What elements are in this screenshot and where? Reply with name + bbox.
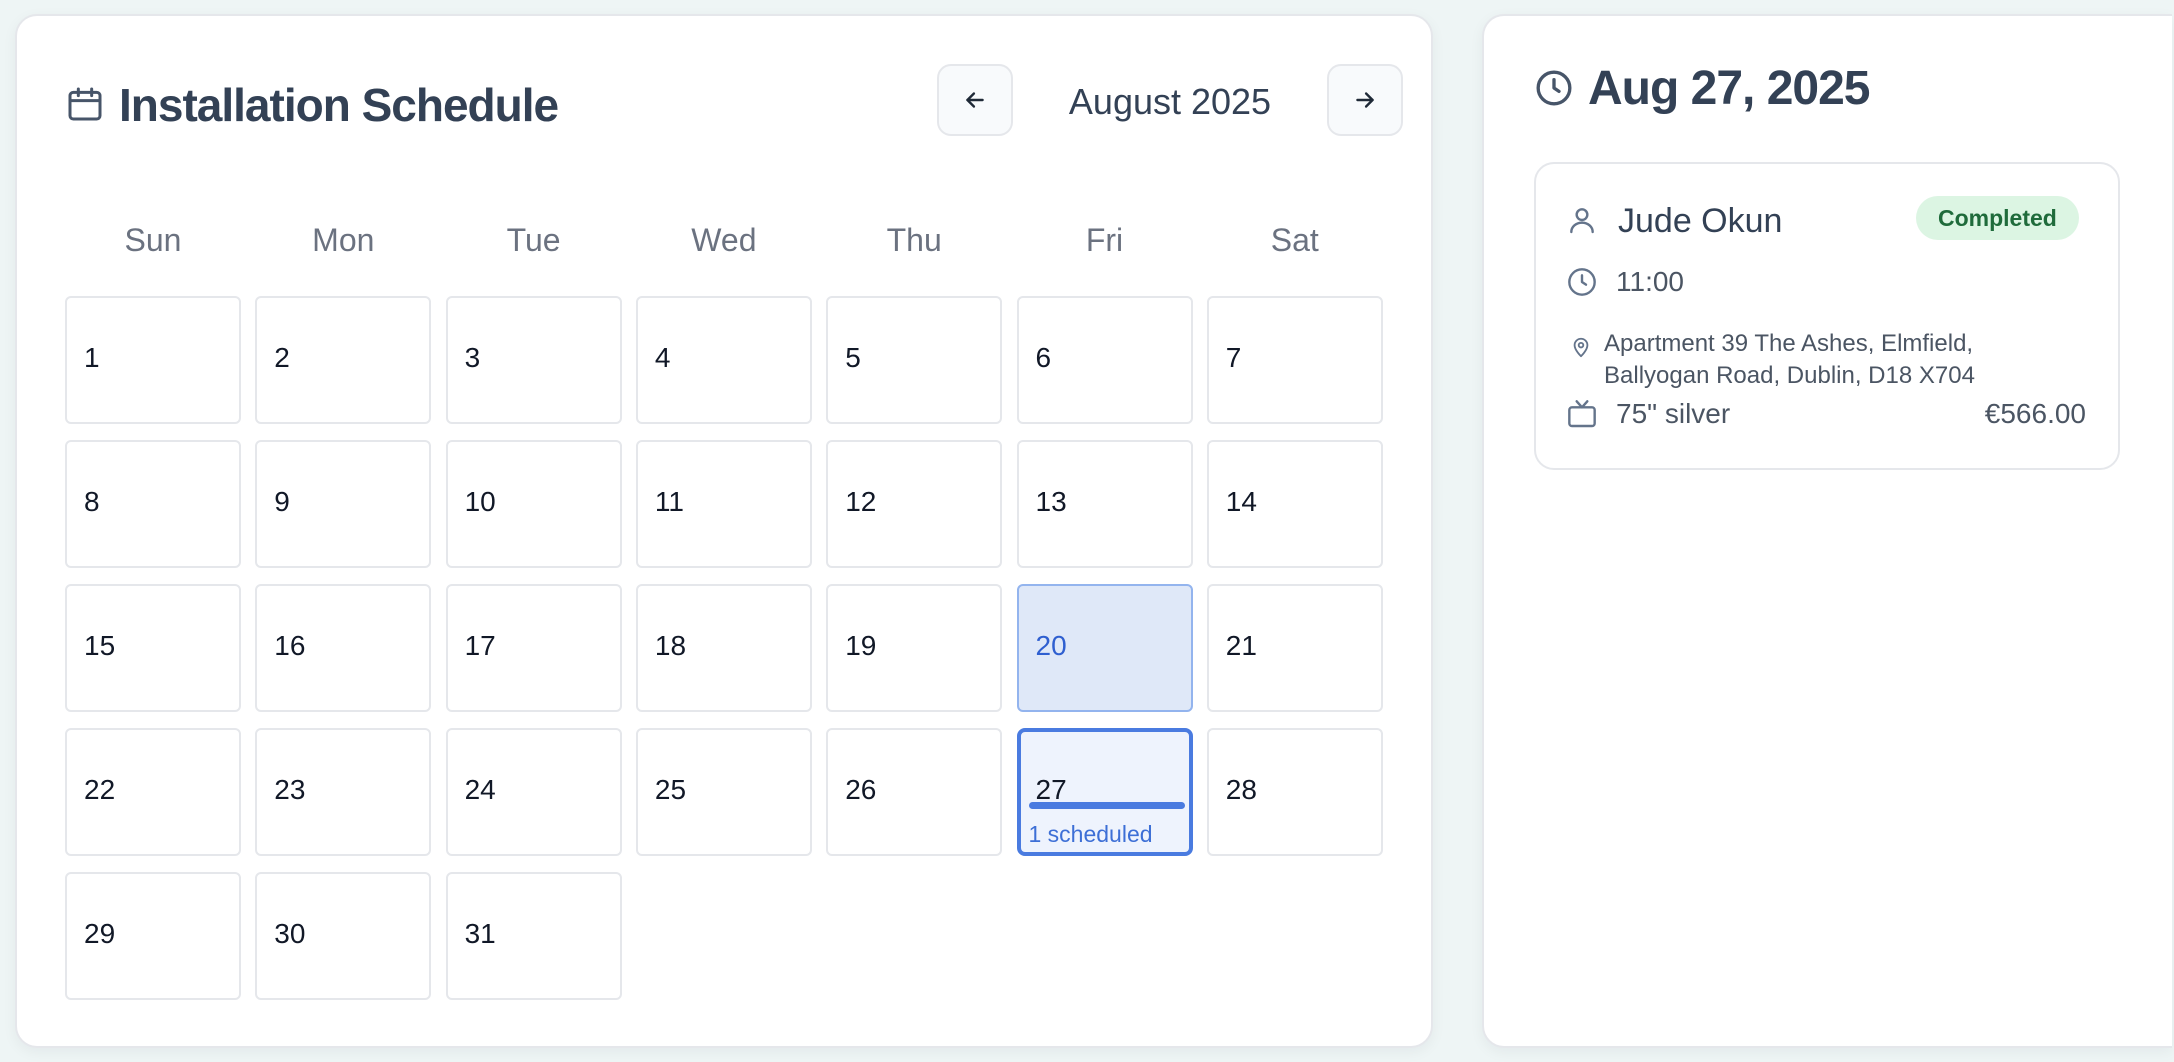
day-detail-panel: Aug 27, 2025 Jude Okun Completed 11:00 A… xyxy=(1482,14,2172,1048)
tv-icon xyxy=(1566,398,1598,430)
day-number: 6 xyxy=(1035,342,1052,373)
arrow-left-icon xyxy=(966,92,984,108)
calendar-day[interactable]: 21 xyxy=(1206,584,1383,712)
day-number: 15 xyxy=(84,630,116,661)
calendar-day[interactable]: 19 xyxy=(826,584,1003,712)
day-number: 12 xyxy=(845,486,877,517)
day-number: 26 xyxy=(845,774,877,805)
calendar-day[interactable]: 29 xyxy=(65,872,241,1000)
day-number: 18 xyxy=(654,630,687,661)
page-title: Installation Schedule xyxy=(119,79,559,131)
next-month-button[interactable] xyxy=(1327,64,1403,136)
calendar-day[interactable]: 1 xyxy=(65,296,241,424)
day-number: 29 xyxy=(84,918,116,949)
calendar-day[interactable]: 16 xyxy=(255,584,432,712)
calendar-day[interactable]: 24 xyxy=(445,728,622,856)
calendar-day[interactable]: 3 xyxy=(445,296,622,424)
day-number: 19 xyxy=(845,630,877,661)
day-number: 9 xyxy=(274,486,290,517)
day-number: 31 xyxy=(464,918,496,949)
day-number: 30 xyxy=(274,918,306,949)
scheduled-count-label: 1 scheduled xyxy=(1028,821,1153,847)
appointment-product: 75" silver xyxy=(1616,398,1731,429)
calendar-day[interactable]: 10 xyxy=(445,440,622,568)
selected-date-heading: Aug 27, 2025 xyxy=(1588,62,1870,115)
arrow-right-icon xyxy=(1356,92,1374,108)
day-number: 1 xyxy=(84,342,100,373)
appointment-address: Apartment 39 The Ashes, Elmfield, Ballyo… xyxy=(1604,328,2074,392)
calendar-day[interactable]: 18 xyxy=(635,584,812,712)
weekday-label: Thu xyxy=(886,222,942,258)
calendar-day[interactable]: 17 xyxy=(445,584,622,712)
day-number: 5 xyxy=(845,342,861,373)
calendar-day[interactable]: 23 xyxy=(255,728,432,856)
clock-icon xyxy=(1566,266,1598,298)
calendar-day[interactable]: 4 xyxy=(635,296,812,424)
day-number: 13 xyxy=(1035,486,1067,517)
calendar-day[interactable]: 26 xyxy=(826,728,1003,856)
calendar-day[interactable]: 5 xyxy=(826,296,1003,424)
weekday-header-row: Sun Mon Tue Wed Thu Fri Sat xyxy=(65,220,1403,260)
calendar-icon xyxy=(65,84,105,124)
calendar-day[interactable]: 2 xyxy=(255,296,432,424)
weekday-label: Fri xyxy=(1085,222,1124,258)
calendar-header: Installation Schedule August 2025 xyxy=(65,64,1403,144)
calendar-day[interactable]: 31 xyxy=(445,872,622,1000)
weekday-label: Mon xyxy=(312,222,375,258)
client-name: Jude Okun xyxy=(1618,202,1783,240)
weekday-label: Tue xyxy=(506,222,561,258)
calendar-day[interactable]: 30 xyxy=(255,872,432,1000)
calendar-grid: 1 2 3 4 5 6 7 8 9 10 11 12 13 14 15 16 17 18 19 20 21 22 23 24 2… xyxy=(65,296,1403,1020)
calendar-panel: Installation Schedule August 2025 Sun Mon… xyxy=(15,14,1433,1048)
weekday-label: Wed xyxy=(691,222,757,258)
address-line-2: Ballyogan Road, Dublin, D18 X704 xyxy=(1604,362,1975,389)
weekday-label: Sun xyxy=(124,222,182,258)
appointment-card[interactable]: Jude Okun Completed 11:00 Apartment 39 T… xyxy=(1534,162,2120,470)
day-number: 7 xyxy=(1225,342,1242,373)
schedule-indicator-bar xyxy=(1028,802,1185,809)
calendar-day[interactable]: 15 xyxy=(65,584,241,712)
calendar-day[interactable]: 9 xyxy=(255,440,432,568)
day-number: 28 xyxy=(1225,774,1257,805)
day-number: 20 xyxy=(1035,630,1067,661)
calendar-day[interactable]: 12 xyxy=(826,440,1003,568)
month-label: August 2025 xyxy=(1068,81,1272,122)
calendar-day-selected[interactable]: 27 1 scheduled xyxy=(1016,728,1193,856)
calendar-day[interactable]: 22 xyxy=(65,728,241,856)
clock-icon xyxy=(1534,68,1574,108)
user-icon xyxy=(1566,204,1598,236)
day-number: 8 xyxy=(84,486,100,517)
calendar-day[interactable]: 13 xyxy=(1016,440,1193,568)
day-number: 14 xyxy=(1225,486,1257,517)
calendar-day[interactable]: 25 xyxy=(635,728,812,856)
map-pin-icon xyxy=(1570,336,1592,358)
calendar-day[interactable]: 14 xyxy=(1206,440,1383,568)
calendar-day[interactable]: 6 xyxy=(1016,296,1193,424)
day-number: 17 xyxy=(464,630,496,661)
day-number: 23 xyxy=(274,774,306,805)
day-number: 2 xyxy=(274,342,290,373)
calendar-day[interactable]: 20 xyxy=(1016,584,1193,712)
day-number: 10 xyxy=(464,486,496,517)
day-number: 25 xyxy=(654,774,687,805)
day-number: 22 xyxy=(84,774,116,805)
calendar-day[interactable]: 8 xyxy=(65,440,241,568)
previous-month-button[interactable] xyxy=(937,64,1013,136)
day-number: 24 xyxy=(464,774,496,805)
calendar-day[interactable]: 28 xyxy=(1206,728,1383,856)
day-number: 16 xyxy=(274,630,306,661)
address-line-1: Apartment 39 The Ashes, Elmfield, xyxy=(1604,330,1974,357)
calendar-day[interactable]: 7 xyxy=(1206,296,1383,424)
day-number: 21 xyxy=(1225,630,1257,661)
day-number: 4 xyxy=(654,342,671,373)
day-number: 11 xyxy=(654,486,684,517)
day-number: 3 xyxy=(464,342,481,373)
status-badge: Completed xyxy=(1916,196,2079,240)
appointment-time: 11:00 xyxy=(1616,266,1684,297)
calendar-day[interactable]: 11 xyxy=(635,440,812,568)
weekday-label: Sat xyxy=(1270,222,1319,258)
appointment-price: €566.00 xyxy=(1984,398,2086,429)
